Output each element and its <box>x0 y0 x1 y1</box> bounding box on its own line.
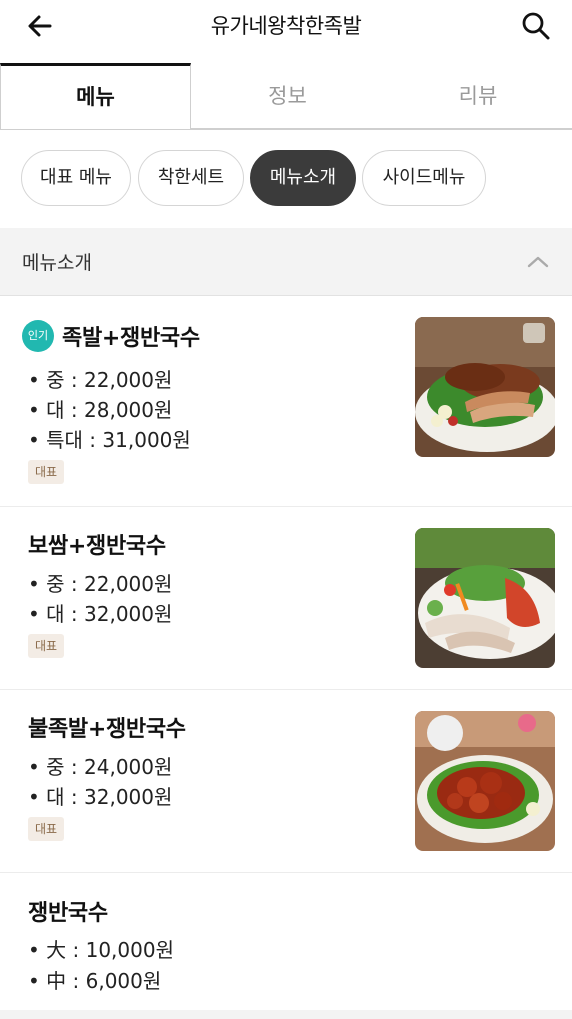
chevron-up-icon[interactable] <box>526 250 550 274</box>
menu-item-price: • 中 : 6,000원 <box>28 969 162 993</box>
menu-item-price: • 대 : 32,000원 <box>28 602 173 626</box>
section-title: 메뉴소개 <box>22 252 92 274</box>
menu-item[interactable]: 인기 족발+쟁반국수 • 중 : 22,000원 • 대 : 28,000원 •… <box>0 296 572 507</box>
chip-menu-intro[interactable]: 메뉴소개 <box>250 150 356 206</box>
menu-item[interactable]: 보쌈+쟁반국수 • 중 : 22,000원 • 대 : 32,000원 대표 <box>0 507 572 690</box>
menu-item-name: 불족발+쟁반국수 <box>28 717 186 742</box>
menu-item-price: • 大 : 10,000원 <box>28 938 174 962</box>
page-title: 유가네왕착한족발 <box>210 14 362 38</box>
menu-item-price: • 중 : 22,000원 <box>28 368 173 392</box>
top-app-bar: 유가네왕착한족발 <box>0 0 572 52</box>
chip-side-menu[interactable]: 사이드메뉴 <box>362 150 486 206</box>
signature-tag: 대표 <box>28 817 65 841</box>
signature-tag: 대표 <box>28 634 65 658</box>
menu-item[interactable]: 쟁반국수 • 大 : 10,000원 • 中 : 6,000원 <box>0 873 572 1010</box>
popular-badge: 인기 <box>22 320 54 352</box>
section-header[interactable]: 메뉴소개 <box>0 228 572 296</box>
category-chips: 대표 메뉴 착한세트 메뉴소개 사이드메뉴 <box>0 150 572 208</box>
menu-item-price: • 중 : 22,000원 <box>28 572 173 596</box>
tab-menu[interactable]: 메뉴 <box>0 63 191 129</box>
jokbal-platter-photo <box>415 317 555 457</box>
menu-item-name: 족발+쟁반국수 <box>62 326 200 351</box>
chip-set-menu[interactable]: 착한세트 <box>138 150 244 206</box>
spicy-jokbal-photo <box>415 711 555 851</box>
menu-item-price: • 특대 : 31,000원 <box>28 428 191 452</box>
menu-item-price: • 대 : 32,000원 <box>28 785 173 809</box>
menu-item-price: • 대 : 28,000원 <box>28 398 173 422</box>
chip-signature-menu[interactable]: 대표 메뉴 <box>21 150 131 206</box>
menu-item-name: 보쌈+쟁반국수 <box>28 534 166 559</box>
tab-review[interactable]: 리뷰 <box>384 63 572 130</box>
signature-tag: 대표 <box>28 460 65 484</box>
menu-item-price: • 중 : 24,000원 <box>28 755 173 779</box>
bossam-platter-photo <box>415 528 555 668</box>
tab-info[interactable]: 정보 <box>191 63 384 130</box>
menu-item-name: 쟁반국수 <box>28 901 108 926</box>
search-icon[interactable] <box>520 10 552 42</box>
main-tabs: 메뉴 정보 리뷰 <box>0 63 572 130</box>
menu-item[interactable]: 불족발+쟁반국수 • 중 : 24,000원 • 대 : 32,000원 대표 <box>0 690 572 873</box>
section-divider <box>0 1010 572 1019</box>
